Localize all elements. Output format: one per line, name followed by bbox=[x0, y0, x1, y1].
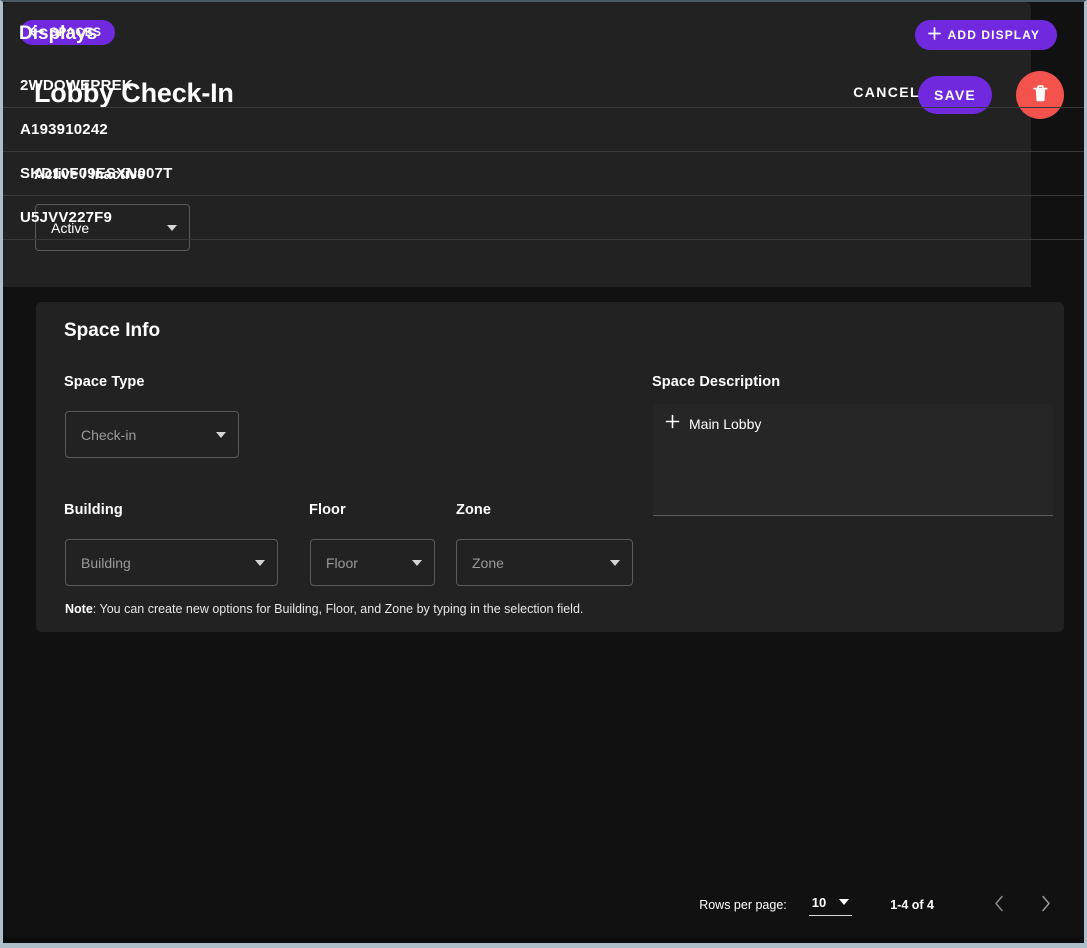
space-description-label: Space Description bbox=[652, 374, 781, 390]
table-row[interactable]: U5JVV227F9 bbox=[3, 196, 1084, 240]
table-row[interactable]: A193910242 bbox=[3, 108, 1084, 152]
building-label: Building bbox=[64, 502, 123, 518]
table-row[interactable]: SKD10F09ESXN007T bbox=[3, 152, 1084, 196]
browser-viewport: SPACES Lobby Check-In CANCEL SAVE Active… bbox=[0, 0, 1087, 948]
description-chip[interactable]: Main Lobby bbox=[665, 414, 1041, 434]
space-type-select[interactable]: Check-in bbox=[65, 411, 239, 458]
space-type-label: Space Type bbox=[64, 374, 145, 390]
floor-label: Floor bbox=[309, 502, 346, 518]
note-text: : You can create new options for Buildin… bbox=[92, 602, 584, 616]
space-type-value: Check-in bbox=[81, 426, 137, 443]
note-prefix: Note bbox=[65, 602, 93, 616]
chevron-down-icon bbox=[412, 559, 422, 566]
displays-title: Displays bbox=[19, 23, 98, 44]
chevron-down-icon bbox=[610, 559, 620, 566]
display-id: U5JVV227F9 bbox=[20, 209, 113, 226]
plus-icon bbox=[665, 414, 680, 434]
table-row[interactable]: 2WDOWEPREK bbox=[3, 64, 1084, 108]
displays-table: 2WDOWEPREK A193910242 SKD10F09ESXN007T U… bbox=[3, 64, 1084, 240]
floor-select[interactable]: Floor bbox=[310, 539, 435, 586]
selection-note: Note: You can create new options for Bui… bbox=[65, 602, 583, 616]
add-display-label: ADD DISPLAY bbox=[947, 28, 1040, 42]
zone-label: Zone bbox=[456, 502, 492, 518]
description-chip-label: Main Lobby bbox=[689, 416, 762, 432]
space-description-field[interactable]: Main Lobby bbox=[653, 404, 1053, 516]
building-value: Building bbox=[81, 554, 131, 571]
add-display-button[interactable]: ADD DISPLAY bbox=[914, 20, 1057, 50]
floor-value: Floor bbox=[326, 554, 358, 571]
zone-select[interactable]: Zone bbox=[456, 539, 633, 586]
space-detail-page: SPACES Lobby Check-In CANCEL SAVE Active… bbox=[3, 2, 1084, 937]
zone-value: Zone bbox=[472, 554, 504, 571]
plus-icon bbox=[927, 27, 941, 43]
display-id: SKD10F09ESXN007T bbox=[20, 165, 173, 182]
building-select[interactable]: Building bbox=[65, 539, 278, 586]
chevron-down-icon bbox=[216, 431, 226, 438]
chevron-down-icon bbox=[255, 559, 265, 566]
display-id: 2WDOWEPREK bbox=[20, 77, 133, 94]
space-info-card: Space Info Space Type Check-in Building … bbox=[36, 302, 1064, 632]
space-info-title: Space Info bbox=[64, 320, 161, 341]
display-id: A193910242 bbox=[20, 121, 108, 138]
